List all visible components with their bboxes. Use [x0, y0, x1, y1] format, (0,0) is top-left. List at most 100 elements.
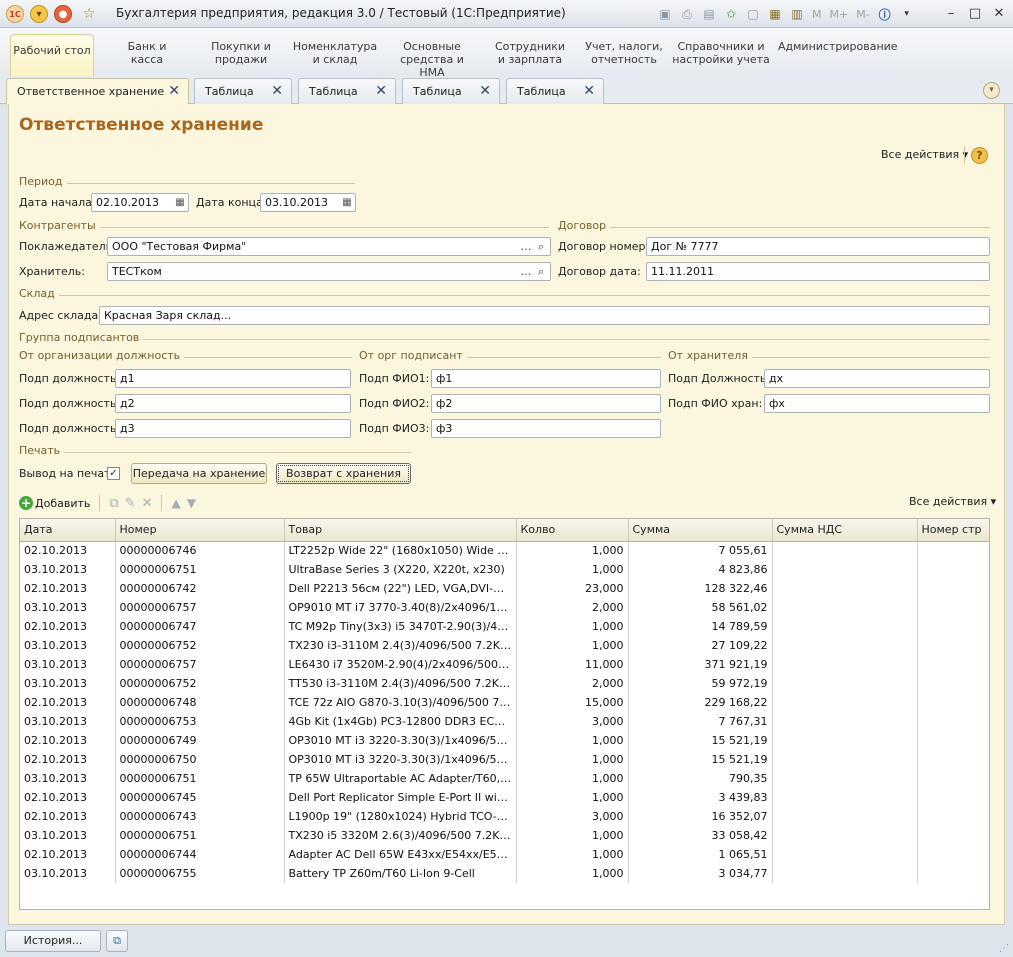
- close-icon[interactable]: ✕: [989, 4, 1009, 22]
- section-administration[interactable]: Администрирование: [778, 40, 898, 74]
- close-tab-icon[interactable]: ✕: [271, 83, 283, 99]
- search-icon[interactable]: ⌕: [534, 263, 548, 280]
- table-row[interactable]: 03.10.2013 00000006753 4Gb Kit (1x4Gb) PC3…: [20, 712, 989, 731]
- table-row[interactable]: 02.10.2013 00000006746 LT2252p Wide 22" (1…: [20, 541, 989, 560]
- section-staff[interactable]: Сотрудники и зарплата: [494, 40, 566, 74]
- section-references[interactable]: Справочники и настройки учета: [672, 40, 770, 74]
- section-fixed-assets[interactable]: Основные средства и НМА: [388, 40, 476, 79]
- delete-icon[interactable]: ✕: [142, 496, 153, 511]
- contract-date-field[interactable]: 11.11.2011: [646, 262, 990, 281]
- minimize-icon[interactable]: –: [941, 4, 961, 22]
- table-row[interactable]: 02.10.2013 00000006743 L1900p 19" (1280x10…: [20, 807, 989, 826]
- org-position-3-field[interactable]: д2: [115, 394, 351, 413]
- section-taxes[interactable]: Учет, налоги, отчетность: [584, 40, 664, 74]
- table-row[interactable]: 03.10.2013 00000006755 Battery TP Z60m/T60…: [20, 864, 989, 883]
- tab-table-1[interactable]: Таблица ✕: [194, 78, 292, 104]
- info-icon[interactable]: ⓘ: [876, 5, 894, 23]
- table-row[interactable]: 02.10.2013 00000006745 Dell Port Replicato…: [20, 788, 989, 807]
- favorites-star-icon[interactable]: ☆: [80, 5, 98, 23]
- history-button[interactable]: История...: [5, 930, 101, 952]
- move-down-icon[interactable]: ▼: [187, 496, 196, 510]
- calendar-icon[interactable]: ▥: [788, 5, 806, 23]
- tab-table-4[interactable]: Таблица ✕: [506, 78, 604, 104]
- close-tab-icon[interactable]: ✕: [479, 83, 491, 99]
- contract-number-field[interactable]: Дог № 7777: [646, 237, 990, 256]
- add-icon[interactable]: +: [19, 496, 33, 510]
- windows-list-icon[interactable]: ⧉: [106, 930, 128, 952]
- table-row[interactable]: 02.10.2013 00000006750 OP3010 MT i3 3220-3…: [20, 750, 989, 769]
- table-row[interactable]: 02.10.2013 00000006749 OP3010 MT i3 3220-3…: [20, 731, 989, 750]
- add-button[interactable]: Добавить: [35, 497, 90, 510]
- column-header[interactable]: Номер: [115, 519, 285, 542]
- memory-m-button[interactable]: M: [810, 5, 824, 23]
- column-header[interactable]: Сумма: [628, 519, 773, 542]
- table-row[interactable]: 02.10.2013 00000006747 TC M92p Tiny(3x3) i…: [20, 617, 989, 636]
- search-icon[interactable]: ⌕: [534, 238, 548, 255]
- keeper-name-field[interactable]: фх: [764, 394, 990, 413]
- section-bank[interactable]: Банк и касса: [114, 40, 180, 74]
- section-desktop[interactable]: Рабочий стол: [10, 34, 94, 76]
- add-favorite-icon[interactable]: ✩: [722, 5, 740, 23]
- section-nomenclature[interactable]: Номенклатура и склад: [292, 40, 378, 74]
- warehouse-address-field[interactable]: Красная Заря склад...: [99, 306, 990, 325]
- table-row[interactable]: 03.10.2013 00000006757 LE6430 i7 3520M-2.9…: [20, 655, 989, 674]
- preview-icon[interactable]: ▤: [700, 5, 718, 23]
- column-header[interactable]: Колво: [516, 519, 629, 542]
- close-tab-icon[interactable]: ✕: [375, 83, 387, 99]
- memory-minus-button[interactable]: M-: [854, 5, 871, 23]
- table-row[interactable]: 03.10.2013 00000006752 TX230 i3-3110M 2.4(…: [20, 636, 989, 655]
- org-position-2-field[interactable]: д3: [115, 419, 351, 438]
- table-all-actions-menu[interactable]: Все действия ▾: [909, 495, 996, 508]
- save-icon[interactable]: ▣: [656, 5, 674, 23]
- edit-icon[interactable]: ✎: [125, 496, 136, 511]
- close-app-icon[interactable]: ●: [54, 5, 72, 23]
- tabs-menu-icon[interactable]: ▾: [983, 82, 1000, 99]
- column-header[interactable]: Дата: [20, 519, 116, 542]
- table-cell: 27 109,22: [628, 636, 773, 655]
- document-icon[interactable]: ▢: [744, 5, 762, 23]
- tab-table-3[interactable]: Таблица ✕: [402, 78, 500, 104]
- org-signer-3-field[interactable]: ф3: [431, 419, 661, 438]
- org-signer-2-field[interactable]: ф2: [431, 394, 661, 413]
- tab-responsible-storage[interactable]: Ответственное хранение ✕: [6, 78, 189, 105]
- close-tab-icon[interactable]: ✕: [583, 83, 595, 99]
- maximize-icon[interactable]: □: [965, 4, 985, 22]
- keeper-field[interactable]: ТЕСТком: [107, 262, 551, 281]
- app-logo-icon[interactable]: 1С: [6, 5, 24, 23]
- dropdown-arrow-icon[interactable]: ▾: [898, 5, 916, 23]
- move-up-icon[interactable]: ▲: [171, 496, 180, 510]
- column-header[interactable]: Сумма НДС: [772, 519, 918, 542]
- select-ellipsis-button[interactable]: …: [519, 238, 533, 255]
- tab-table-2[interactable]: Таблица ✕: [298, 78, 396, 104]
- org-position-1-field[interactable]: д1: [115, 369, 351, 388]
- calendar-icon[interactable]: ▦: [339, 194, 355, 211]
- column-header[interactable]: Номер стр: [917, 519, 989, 542]
- close-tab-icon[interactable]: ✕: [168, 83, 180, 99]
- help-icon[interactable]: ?: [971, 147, 988, 164]
- table-row[interactable]: 02.10.2013 00000006744 Adapter AC Dell 65W…: [20, 845, 989, 864]
- table-row[interactable]: 03.10.2013 00000006751 TP 65W Ultraportabl…: [20, 769, 989, 788]
- section-purchases[interactable]: Покупки и продажи: [206, 40, 276, 74]
- table-row[interactable]: 03.10.2013 00000006752 TT530 i3-3110M 2.4(…: [20, 674, 989, 693]
- keeper-position-field[interactable]: дх: [764, 369, 990, 388]
- memory-plus-button[interactable]: M+: [828, 5, 851, 23]
- select-ellipsis-button[interactable]: …: [519, 263, 533, 280]
- main-menu-icon[interactable]: ▾: [30, 5, 48, 23]
- copy-icon[interactable]: ⧉: [109, 496, 118, 511]
- transfer-to-storage-button[interactable]: Передача на хранение: [131, 463, 267, 484]
- depositor-field[interactable]: ООО "Тестовая Фирма": [107, 237, 551, 256]
- org-signer-1-field[interactable]: ф1: [431, 369, 661, 388]
- return-from-storage-button[interactable]: Возврат с хранения: [276, 463, 411, 484]
- calculator-icon[interactable]: ▦: [766, 5, 784, 23]
- form-all-actions-menu[interactable]: Все действия ▾: [881, 148, 968, 161]
- column-header[interactable]: Товар: [284, 519, 517, 542]
- table-row[interactable]: 02.10.2013 00000006748 TCE 72z AIO G870-3.…: [20, 693, 989, 712]
- table-row[interactable]: 03.10.2013 00000006751 UltraBase Series 3 …: [20, 560, 989, 579]
- print-icon[interactable]: ⎙: [678, 5, 696, 23]
- table-row[interactable]: 02.10.2013 00000006742 Dell P2213 56см (22…: [20, 579, 989, 598]
- resize-grip-icon[interactable]: ⋰: [999, 943, 1009, 954]
- calendar-icon[interactable]: ▦: [172, 194, 188, 211]
- print-output-checkbox[interactable]: ✓: [107, 467, 120, 480]
- table-row[interactable]: 03.10.2013 00000006751 TX230 i5 3320M 2.6(…: [20, 826, 989, 845]
- table-row[interactable]: 03.10.2013 00000006757 OP9010 MT i7 3770-3…: [20, 598, 989, 617]
